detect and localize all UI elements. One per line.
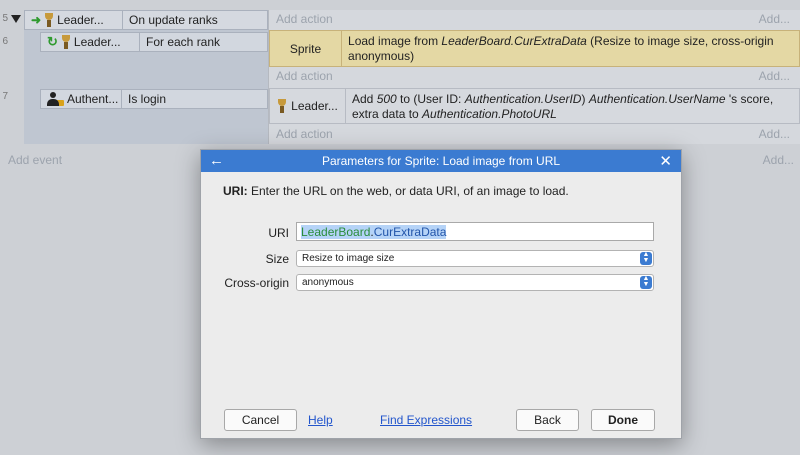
row-number: 6 [2,36,8,47]
action-object: Sprite [270,31,343,66]
trigger-arrow-icon: ➜ [31,13,42,27]
action-text: Add [352,92,377,106]
add-action-link[interactable]: Add action Add... [270,10,796,28]
condition-text: Is login [128,92,167,106]
condition-text: On update ranks [129,13,218,27]
event-group-block [24,10,268,144]
parameter-name: URI: [223,184,248,198]
condition-object: Authent... [41,90,122,108]
add-event-link[interactable]: Add event [8,153,62,167]
action-description: Add 500 to (User ID: Authentication.User… [346,89,779,123]
action-object-name: Leader... [291,99,338,113]
authentication-user-icon [47,92,59,106]
add-score-action[interactable]: Leader... Add 500 to (User ID: Authentic… [269,88,800,124]
cancel-button[interactable]: Cancel [224,409,297,431]
action-object: Leader... [270,89,346,123]
dialog-titlebar: ← Parameters for Sprite: Load image from… [201,150,681,172]
cross-origin-selected-value: anonymous [302,277,354,288]
size-label: Size [265,252,289,266]
condition-object-name: Leader... [57,13,104,27]
select-stepper-icon: ▲ ▼ [640,275,652,289]
event-2-condition[interactable]: ↻ Leader... For each rank [40,32,268,52]
size-selected-value: Resize to image size [302,253,395,264]
action-text: Load image from [348,34,442,48]
add-action-link[interactable]: Add action Add... [270,125,796,143]
action-text: extra data to [352,107,423,121]
action-object-name: Sprite [289,41,322,56]
help-link[interactable]: Help [308,413,333,427]
collapse-triangle-icon[interactable] [11,12,21,26]
cross-origin-label: Cross-origin [224,276,289,290]
action-expression: Authentication.PhotoURL [422,107,557,121]
load-image-action[interactable]: Sprite Load image from LeaderBoard.CurEx… [269,30,800,67]
uri-object-token: LeaderBoard [301,225,371,239]
back-button[interactable]: Back [516,409,579,431]
row-number: 5 [2,13,8,24]
add-more-link[interactable]: Add... [763,153,794,167]
action-text: to (User ID: [396,92,465,106]
row-number: 7 [2,91,8,102]
parameters-dialog: ← Parameters for Sprite: Load image from… [200,149,682,439]
uri-label: URI [268,226,289,240]
uri-expression-token: CurExtraData [373,225,447,239]
find-expressions-link[interactable]: Find Expressions [380,413,472,427]
dialog-title: Parameters for Sprite: Load image from U… [321,154,561,168]
condition-object: ↻ Leader... [41,33,140,51]
size-select[interactable]: Resize to image size ▲ ▼ [296,250,654,267]
event-3-condition[interactable]: Authent... Is login [40,89,268,109]
cross-origin-select[interactable]: anonymous ▲ ▼ [296,274,654,291]
add-more-label: Add... [758,69,790,83]
condition-object: ➜ Leader... [25,11,123,29]
leaderboard-trophy-icon [61,35,71,49]
condition-object-name: Authent... [67,92,119,106]
condition-text: For each rank [146,35,221,49]
action-expression: LeaderBoard.CurExtraData [441,34,587,48]
parameter-help-text: Enter the URL on the web, or data URI, o… [247,184,569,198]
uri-input[interactable]: LeaderBoard.CurExtraData [296,222,654,241]
condition-object-name: Leader... [73,35,121,49]
action-description: Load image from LeaderBoard.CurExtraData… [342,31,799,66]
action-expression: 500 [376,92,397,106]
add-action-label: Add action [276,69,333,83]
leaderboard-trophy-icon [44,13,54,27]
leaderboard-trophy-icon [277,99,287,113]
select-stepper-icon: ▲ ▼ [640,251,652,265]
add-action-link[interactable]: Add action Add... [270,67,796,85]
uri-selected-text: LeaderBoard.CurExtraData [301,225,447,239]
action-expression: Authentication.UserName [588,92,726,106]
event-1-condition[interactable]: ➜ Leader... On update ranks [24,10,268,30]
parameter-description: URI: Enter the URL on the web, or data U… [223,184,569,198]
close-icon[interactable]: ✕ [659,152,672,170]
add-more-label: Add... [758,127,790,141]
add-action-label: Add action [276,12,333,26]
add-more-label: Add... [758,12,790,26]
action-text: 's score, [725,92,774,106]
loop-icon: ↻ [47,34,58,49]
add-action-label: Add action [276,127,333,141]
action-text: ) [581,92,589,106]
back-arrow-icon[interactable]: ← [209,152,224,169]
done-button[interactable]: Done [591,409,655,431]
action-expression: Authentication.UserID [464,92,582,106]
